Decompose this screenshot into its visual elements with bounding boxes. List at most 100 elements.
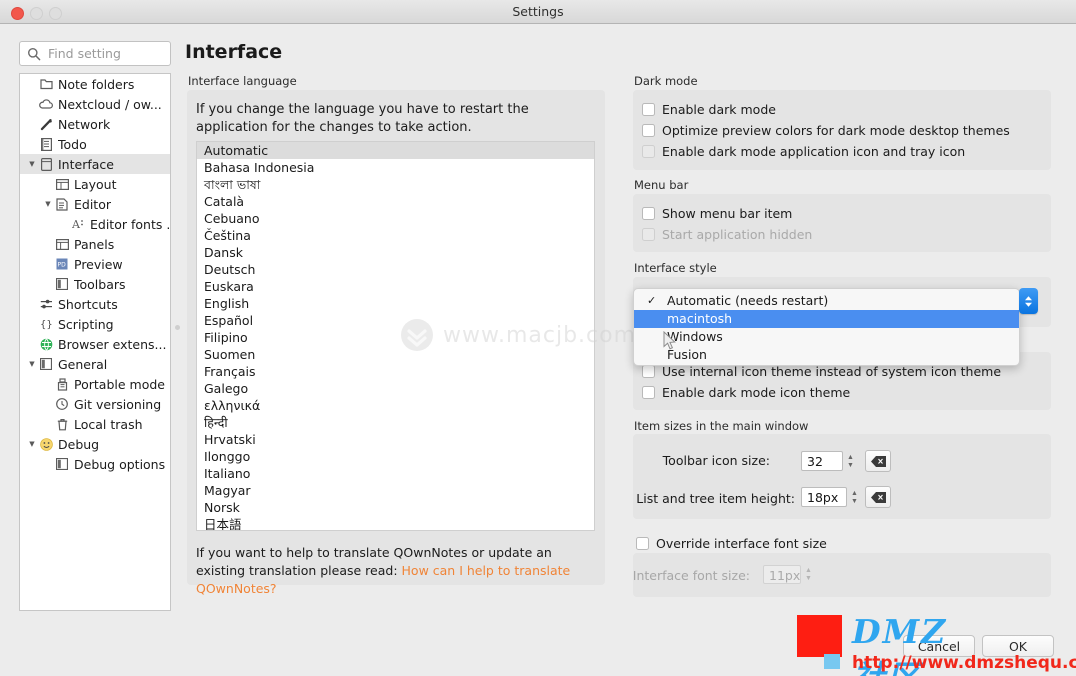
sidebar-item-general[interactable]: ▼ General [20,354,170,374]
language-list-item[interactable]: Français [197,363,594,380]
language-list-item[interactable]: हिन्दी [197,414,594,431]
language-list-item[interactable]: Automatic [197,142,594,159]
sidebar-item-interface[interactable]: ▼ Interface [20,154,170,174]
disclosure-triangle-icon[interactable]: ▼ [26,434,38,454]
editor-icon [54,197,70,211]
ok-button[interactable]: OK [982,635,1054,657]
translate-help-note: If you want to help to translate QOwnNot… [196,544,596,598]
sidebar-item-label: Browser extens... [58,336,167,352]
sidebar-item-toolbars[interactable]: Toolbars [20,274,170,294]
sidebar-item-label: Debug [58,436,100,452]
trash-icon [54,417,70,431]
language-list-item[interactable]: Ilonggo [197,448,594,465]
sidebar-item-label: Editor fonts ... [90,216,170,232]
toolbar-icon-size-reset-button[interactable] [865,450,891,472]
checkbox-optimize-preview-colors[interactable]: Optimize preview colors for dark mode de… [642,123,1010,138]
disclosure-triangle-icon[interactable]: ▼ [26,354,38,374]
sidebar-item-label: Preview [74,256,123,272]
sidebar-item-shortcuts[interactable]: Shortcuts [20,294,170,314]
sidebar-item-browser-extens[interactable]: Browser extens... [20,334,170,354]
sidebar-item-network[interactable]: Network [20,114,170,134]
language-list-item[interactable]: Suomen [197,346,594,363]
list-tree-item-height-input[interactable]: 18px [801,487,847,507]
reset-icon [870,491,886,503]
sidebar-item-label: Nextcloud / ow... [58,96,162,112]
language-list-item[interactable]: English [197,295,594,312]
preview-icon: PD [54,257,70,271]
checkbox-enable-dark-mode-icon-theme[interactable]: Enable dark mode icon theme [642,385,850,400]
sidebar-item-panels[interactable]: Panels [20,234,170,254]
sidebar-item-debug[interactable]: ▼ Debug [20,434,170,454]
sidebar-item-todo[interactable]: Todo [20,134,170,154]
settings-tree[interactable]: Note folders Nextcloud / ow... Network Todo… [19,73,171,611]
checkbox-use-internal-icon-theme[interactable]: Use internal icon theme instead of syste… [642,364,1001,379]
language-list-item[interactable]: Cebuano [197,210,594,227]
language-list-item[interactable]: Norsk [197,499,594,516]
language-list-item[interactable]: Deutsch [197,261,594,278]
sidebar-item-label: Local trash [74,416,143,432]
language-list-item[interactable]: Hrvatski [197,431,594,448]
interface-style-option[interactable]: Windows [634,328,1019,346]
sidebar-item-local-trash[interactable]: Local trash [20,414,170,434]
disclosure-triangle-icon[interactable]: ▼ [42,194,54,214]
sidebar-item-editor-fonts[interactable]: A Editor fonts ... [20,214,170,234]
list-tree-item-height-stepper[interactable]: ▲ ▼ [849,488,860,507]
language-list-item[interactable]: Čeština [197,227,594,244]
sidebar-item-debug-options[interactable]: Debug options [20,454,170,474]
watermark-red-square-icon [797,615,842,657]
language-list-item[interactable]: Català [197,193,594,210]
language-list-item[interactable]: Galego [197,380,594,397]
interface-font-size-label: Interface font size: [632,568,750,583]
toolbar-icon-size-stepper[interactable]: ▲ ▼ [845,452,856,471]
menu-bar-group-label: Menu bar [634,178,689,192]
list-tree-item-height-reset-button[interactable] [865,486,891,508]
checkbox-label: Use internal icon theme instead of syste… [662,364,1002,379]
language-list-item[interactable]: বাংলা ভাষা [197,176,594,193]
disclosure-triangle-icon[interactable]: ▼ [26,154,38,174]
language-list-item[interactable]: ελληνικά [197,397,594,414]
checkbox-label: Show menu bar item [662,206,793,221]
language-list-item[interactable]: Filipino [197,329,594,346]
checkbox-show-menu-bar-item[interactable]: Show menu bar item [642,206,792,221]
language-list[interactable]: Automatic Bahasa Indonesia বাংলা ভাষা Catal… [196,141,595,531]
cancel-button[interactable]: Cancel [903,635,975,657]
sidebar-item-note-folders[interactable]: Note folders [20,74,170,94]
sidebar-item-preview[interactable]: PD Preview [20,254,170,274]
checkbox-label: Enable dark mode [662,102,776,117]
portable-icon [54,377,70,391]
sidebar-item-label: Todo [58,136,87,152]
sidebar-item-scripting[interactable]: {} Scripting [20,314,170,334]
interface-style-dropdown[interactable]: ✓ Automatic (needs restart) macintosh Windo… [633,288,1020,366]
language-list-item[interactable]: Dansk [197,244,594,261]
check-icon: ✓ [647,294,657,307]
cloud-icon [38,97,54,111]
sidebar-item-git-versioning[interactable]: Git versioning [20,394,170,414]
interface-font-size-input: 11px [763,565,801,584]
interface-style-option[interactable]: macintosh [634,310,1019,328]
language-list-item[interactable]: Bahasa Indonesia [197,159,594,176]
checkbox-enable-dark-mode[interactable]: Enable dark mode [642,102,776,117]
checkbox-box [642,228,655,241]
checkbox-override-interface-font-size[interactable]: Override interface font size [636,536,827,551]
language-list-item[interactable]: Magyar [197,482,594,499]
language-list-item[interactable]: Italiano [197,465,594,482]
language-list-item[interactable]: 日本語 [197,516,594,530]
search-icon [27,47,41,61]
search-input[interactable]: Find setting [19,41,171,66]
toolbar-icon-size-input[interactable]: 32 [801,451,843,471]
language-list-item[interactable]: Español [197,312,594,329]
interface-font-size-stepper: ▲ ▼ [805,567,812,582]
interface-style-option[interactable]: Fusion [634,346,1019,364]
language-list-item[interactable]: Euskara [197,278,594,295]
language-restart-note: If you change the language you have to r… [196,102,529,135]
sidebar-item-nextcloud-ow[interactable]: Nextcloud / ow... [20,94,170,114]
sidebar-item-editor[interactable]: ▼ Editor [20,194,170,214]
checkbox-label: Start application hidden [662,227,813,242]
interface-style-combobox-arrow[interactable] [1019,288,1038,314]
checkbox-dark-mode-app-icon[interactable]: Enable dark mode application icon and tr… [642,144,965,159]
sidebar-item-portable-mode[interactable]: Portable mode [20,374,170,394]
sidebar-item-layout[interactable]: Layout [20,174,170,194]
panel-splitter-handle[interactable] [175,325,180,330]
interface-style-option[interactable]: ✓ Automatic (needs restart) [634,292,1019,310]
shortcuts-icon [38,297,54,311]
